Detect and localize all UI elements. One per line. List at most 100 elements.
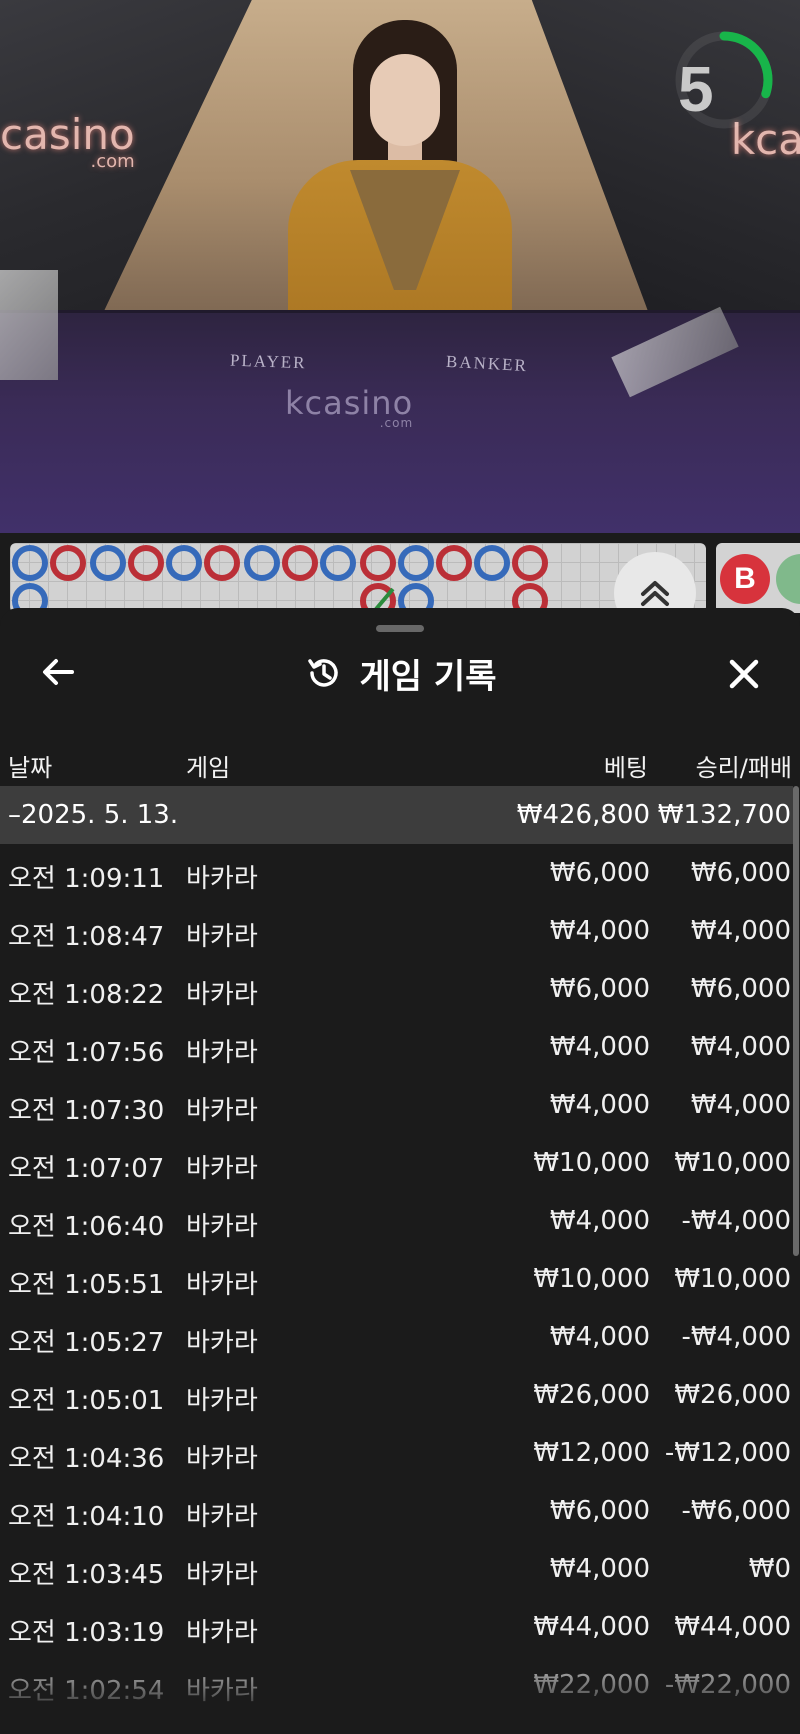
road-item-banker	[50, 545, 86, 581]
history-row[interactable]: 오전 1:02:54 바카라 ₩22,000 -₩22,000	[0, 1656, 793, 1714]
row-win-loss: -₩6,000	[681, 1496, 791, 1526]
countdown-number: 5	[678, 53, 714, 125]
road-item-player	[90, 545, 126, 581]
table-logo: kcasino .com	[285, 384, 413, 430]
row-time: 오전 1:04:10	[8, 1502, 165, 1532]
row-bet: ₩4,000	[549, 1554, 650, 1584]
history-column-headers: 날짜 게임 베팅 승리/패배	[0, 734, 800, 790]
row-time: 오전 1:05:27	[8, 1328, 165, 1358]
live-video: casino .com kca PLAYER BANKER kcasino .c…	[0, 0, 800, 533]
row-bet: ₩10,000	[533, 1148, 650, 1178]
row-time: 오전 1:05:01	[8, 1386, 165, 1416]
row-game: 바카라	[186, 1328, 258, 1358]
row-bet: ₩4,000	[549, 1206, 650, 1236]
card-shoe-left	[0, 270, 58, 380]
row-game: 바카라	[186, 1444, 258, 1474]
history-row[interactable]: 오전 1:08:47 바카라 ₩4,000 ₩4,000	[0, 902, 793, 960]
row-win-loss: ₩6,000	[690, 974, 791, 1004]
row-win-loss: ₩10,000	[674, 1148, 791, 1178]
row-game: 바카라	[186, 1386, 258, 1416]
row-time: 오전 1:07:30	[8, 1096, 165, 1126]
row-bet: ₩4,000	[549, 1032, 650, 1062]
history-row[interactable]: 오전 1:05:27 바카라 ₩4,000 -₩4,000	[0, 1308, 793, 1366]
row-bet: ₩4,000	[549, 1322, 650, 1352]
row-win-loss: -₩22,000	[664, 1670, 791, 1700]
row-game: 바카라	[186, 1676, 258, 1706]
mini-road-banker-marker: B	[720, 554, 770, 604]
history-row[interactable]: 오전 1:05:51 바카라 ₩10,000 ₩10,000	[0, 1250, 793, 1308]
row-bet: ₩6,000	[549, 974, 650, 1004]
history-row[interactable]: 오전 1:04:36 바카라 ₩12,000 -₩12,000	[0, 1424, 793, 1482]
road-item-player	[12, 545, 48, 581]
bead-road[interactable]	[10, 543, 706, 613]
summary-date: –2025. 5. 13.	[8, 800, 179, 830]
row-bet: ₩22,000	[533, 1670, 650, 1700]
road-item-banker	[282, 545, 318, 581]
road-item-banker	[360, 545, 396, 581]
row-game: 바카라	[186, 1502, 258, 1532]
close-button[interactable]	[724, 654, 764, 694]
date-summary-row[interactable]: –2025. 5. 13. ₩426,800 ₩132,700	[0, 786, 793, 844]
game-history-sheet: 게임 기록 날짜 게임 베팅 승리/패배 –2025. 5. 13. ₩426,…	[0, 608, 800, 1734]
row-time: 오전 1:08:47	[8, 922, 165, 952]
row-bet: ₩4,000	[549, 916, 650, 946]
row-time: 오전 1:06:40	[8, 1212, 165, 1242]
row-win-loss: ₩44,000	[674, 1612, 791, 1642]
row-win-loss: ₩0	[748, 1554, 791, 1584]
history-row[interactable]: 오전 1:07:07 바카라 ₩10,000 ₩10,000	[0, 1134, 793, 1192]
column-header-bet: 베팅	[603, 754, 648, 782]
row-win-loss: ₩4,000	[690, 916, 791, 946]
history-row[interactable]: 오전 1:07:30 바카라 ₩4,000 ₩4,000	[0, 1076, 793, 1134]
row-game: 바카라	[186, 1560, 258, 1590]
road-item-banker	[512, 545, 548, 581]
road-item-banker	[436, 545, 472, 581]
table-player-label: PLAYER	[229, 350, 307, 373]
summary-win-loss: ₩132,700	[657, 800, 791, 830]
row-win-loss: ₩26,000	[674, 1380, 791, 1410]
history-row[interactable]: 오전 1:07:56 바카라 ₩4,000 ₩4,000	[0, 1018, 793, 1076]
row-bet: ₩12,000	[533, 1438, 650, 1468]
sheet-title: 게임 기록	[359, 656, 497, 697]
row-game: 바카라	[186, 1096, 258, 1126]
history-row[interactable]: 오전 1:05:01 바카라 ₩26,000 ₩26,000	[0, 1366, 793, 1424]
history-rows: 오전 1:09:11 바카라 ₩6,000 ₩6,000 오전 1:08:47 바카라 ₩4…	[0, 844, 793, 1714]
row-time: 오전 1:02:54	[8, 1676, 165, 1706]
history-row[interactable]: 오전 1:03:19 바카라 ₩44,000 ₩44,000	[0, 1598, 793, 1656]
row-win-loss: -₩4,000	[681, 1322, 791, 1352]
row-win-loss: ₩4,000	[690, 1032, 791, 1062]
row-win-loss: ₩4,000	[690, 1090, 791, 1120]
history-row[interactable]: 오전 1:04:10 바카라 ₩6,000 -₩6,000	[0, 1482, 793, 1540]
row-game: 바카라	[186, 1038, 258, 1068]
row-game: 바카라	[186, 1154, 258, 1184]
row-time: 오전 1:09:11	[8, 864, 165, 894]
history-icon	[307, 659, 338, 687]
row-time: 오전 1:03:19	[8, 1618, 165, 1648]
road-item-player	[166, 545, 202, 581]
row-game: 바카라	[186, 1270, 258, 1300]
history-row[interactable]: 오전 1:03:45 바카라 ₩4,000 ₩0	[0, 1540, 793, 1598]
sheet-drag-handle[interactable]	[376, 625, 424, 632]
row-win-loss: ₩10,000	[674, 1264, 791, 1294]
dealer	[270, 20, 530, 350]
chevrons-up-icon	[641, 581, 669, 606]
row-win-loss: ₩6,000	[690, 858, 791, 888]
road-item-player	[244, 545, 280, 581]
close-icon	[729, 659, 759, 689]
row-time: 오전 1:03:45	[8, 1560, 165, 1590]
row-game: 바카라	[186, 980, 258, 1010]
summary-bet: ₩426,800	[516, 800, 650, 830]
row-bet: ₩44,000	[533, 1612, 650, 1642]
scrollbar[interactable]	[793, 786, 799, 1256]
road-item-banker	[128, 545, 164, 581]
road-item-player	[398, 545, 434, 581]
row-time: 오전 1:05:51	[8, 1270, 165, 1300]
history-row[interactable]: 오전 1:08:22 바카라 ₩6,000 ₩6,000	[0, 960, 793, 1018]
row-game: 바카라	[186, 922, 258, 952]
column-header-win-loss: 승리/패배	[695, 754, 792, 782]
dealer-face	[370, 54, 440, 146]
history-row[interactable]: 오전 1:09:11 바카라 ₩6,000 ₩6,000	[0, 844, 793, 902]
column-header-game: 게임	[186, 754, 231, 782]
column-header-date: 날짜	[8, 754, 53, 782]
table-banker-label: BANKER	[445, 351, 529, 376]
history-row[interactable]: 오전 1:06:40 바카라 ₩4,000 -₩4,000	[0, 1192, 793, 1250]
